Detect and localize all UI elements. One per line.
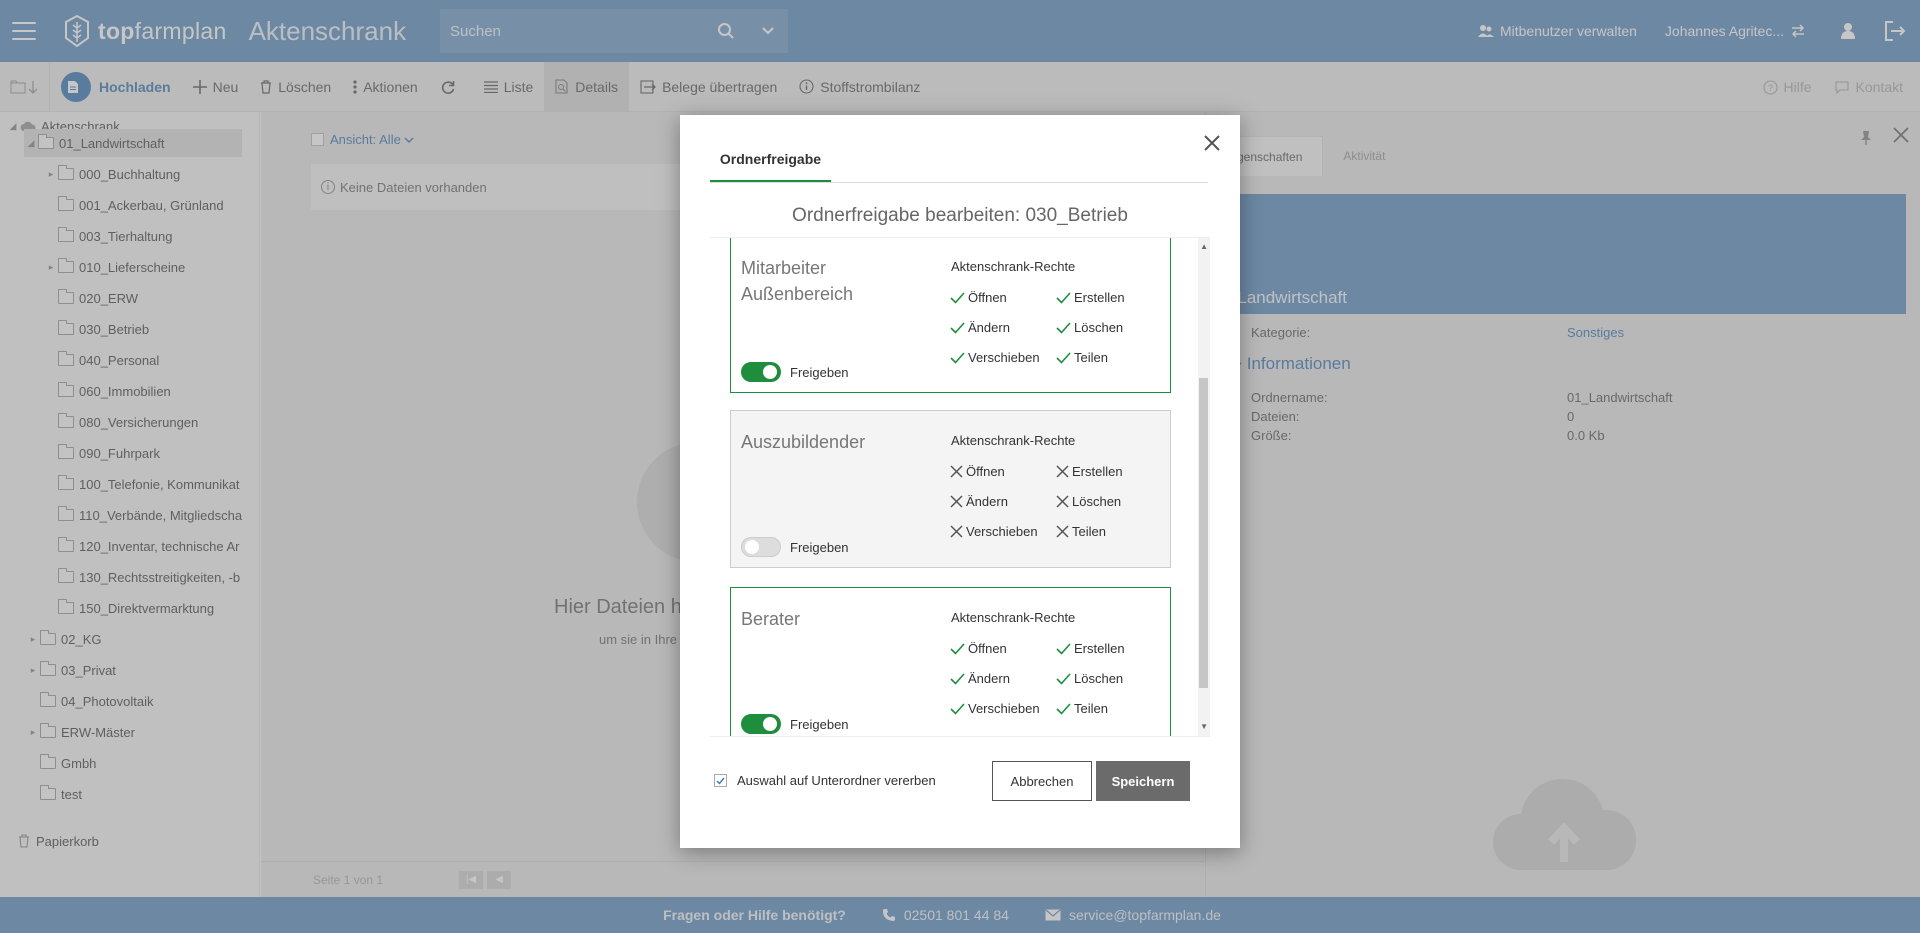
right-label: Öffnen (966, 464, 1005, 479)
scroll-up-icon[interactable]: ▲ (1200, 242, 1208, 251)
inherit-checkbox[interactable] (714, 774, 727, 787)
right-create: Erstellen (1056, 641, 1125, 656)
role-card: Berater Aktenschrank-Rechte Öffnen Erstelle… (730, 587, 1171, 736)
right-delete: Löschen (1056, 494, 1121, 509)
share-label: Freigeben (790, 364, 849, 380)
right-label: Ändern (968, 671, 1010, 686)
share-toggle[interactable]: Freigeben (741, 714, 849, 734)
toggle-switch[interactable] (741, 537, 781, 557)
cancel-button[interactable]: Abbrechen (992, 761, 1092, 801)
right-share: Teilen (1056, 350, 1108, 365)
rights-label: Aktenschrank-Rechte (951, 433, 1076, 448)
check-icon (950, 642, 965, 655)
right-label: Ändern (966, 494, 1008, 509)
rights-label: Aktenschrank-Rechte (951, 610, 1076, 625)
cross-icon (950, 495, 963, 508)
right-label: Verschieben (966, 524, 1038, 539)
role-name: Berater (741, 609, 801, 629)
scrollbar-thumb[interactable] (1199, 378, 1208, 688)
check-icon (1056, 672, 1071, 685)
tab-folder-share-label: Ordnerfreigabe (719, 151, 822, 167)
right-label: Öffnen (968, 641, 1007, 656)
cross-icon (1056, 525, 1069, 538)
rights-label: Aktenschrank-Rechte (951, 259, 1076, 274)
check-icon (716, 777, 725, 785)
inherit-label: Auswahl auf Unterordner vererben (737, 773, 936, 788)
scrollbar[interactable]: ▲ ▼ (1198, 238, 1210, 736)
share-toggle[interactable]: Freigeben (741, 362, 849, 382)
save-button[interactable]: Speichern (1096, 761, 1190, 801)
close-icon[interactable] (1200, 131, 1224, 155)
check-icon (1056, 351, 1071, 364)
right-open: Öffnen (950, 464, 1005, 479)
right-move: Verschieben (950, 524, 1038, 539)
check-icon (950, 321, 965, 334)
tab-folder-share[interactable]: Ordnerfreigabe (710, 151, 831, 183)
check-icon (1056, 291, 1071, 304)
share-toggle[interactable]: Freigeben (741, 537, 849, 557)
right-change: Ändern (950, 320, 1010, 335)
right-label: Löschen (1072, 494, 1122, 509)
dialog-title: Ordnerfreigabe bearbeiten: 030_Betrieb (792, 205, 1128, 226)
role-name: Auszubildender (741, 432, 866, 452)
dialog-footer: Auswahl auf Unterordner vererben Abbrech… (714, 760, 1208, 802)
right-label: Ändern (968, 320, 1010, 335)
right-label: Löschen (1074, 671, 1124, 686)
check-icon (1056, 702, 1071, 715)
right-share: Teilen (1056, 701, 1108, 716)
right-label: Verschieben (968, 350, 1040, 365)
right-label: Erstellen (1072, 464, 1123, 479)
role-name: Mitarbeiter Außenbereich (741, 258, 854, 304)
right-label: Erstellen (1074, 290, 1125, 305)
role-card: Auszubildender Aktenschrank-Rechte Öffnen E… (730, 410, 1171, 568)
share-label: Freigeben (790, 716, 849, 732)
scroll-down-icon[interactable]: ▼ (1200, 722, 1208, 731)
check-icon (950, 351, 965, 364)
right-move: Verschieben (950, 701, 1040, 716)
check-icon (950, 702, 965, 715)
cross-icon (950, 465, 963, 478)
check-icon (1056, 642, 1071, 655)
right-share: Teilen (1056, 524, 1106, 539)
cross-icon (1056, 495, 1069, 508)
right-move: Verschieben (950, 350, 1040, 365)
right-delete: Löschen (1056, 320, 1123, 335)
toggle-switch[interactable] (741, 714, 781, 734)
right-label: Teilen (1074, 350, 1108, 365)
right-label: Öffnen (968, 290, 1007, 305)
right-label: Teilen (1072, 524, 1106, 539)
right-delete: Löschen (1056, 671, 1123, 686)
folder-share-dialog: Ordnerfreigabe Ordnerfreigabe bearbeiten… (680, 115, 1240, 848)
inherit-checkbox-row[interactable]: Auswahl auf Unterordner vererben (714, 773, 936, 788)
right-label: Teilen (1074, 701, 1108, 716)
cross-icon (1056, 465, 1069, 478)
role-card: Mitarbeiter Außenbereich Aktenschrank-Rec… (730, 238, 1171, 393)
right-change: Ändern (950, 671, 1010, 686)
toggle-switch[interactable] (741, 362, 781, 382)
right-change: Ändern (950, 494, 1008, 509)
right-label: Verschieben (968, 701, 1040, 716)
right-open: Öffnen (950, 641, 1007, 656)
right-create: Erstellen (1056, 464, 1123, 479)
check-icon (950, 291, 965, 304)
right-label: Löschen (1074, 320, 1124, 335)
tab-divider (710, 182, 1208, 183)
share-label: Freigeben (790, 539, 849, 555)
cross-icon (950, 525, 963, 538)
roles-scroll-area[interactable]: ▲ ▼ Mitarbeiter Außenbereich Aktenschrank… (710, 237, 1210, 737)
check-icon (950, 672, 965, 685)
right-create: Erstellen (1056, 290, 1125, 305)
check-icon (1056, 321, 1071, 334)
right-open: Öffnen (950, 290, 1007, 305)
right-label: Erstellen (1074, 641, 1125, 656)
